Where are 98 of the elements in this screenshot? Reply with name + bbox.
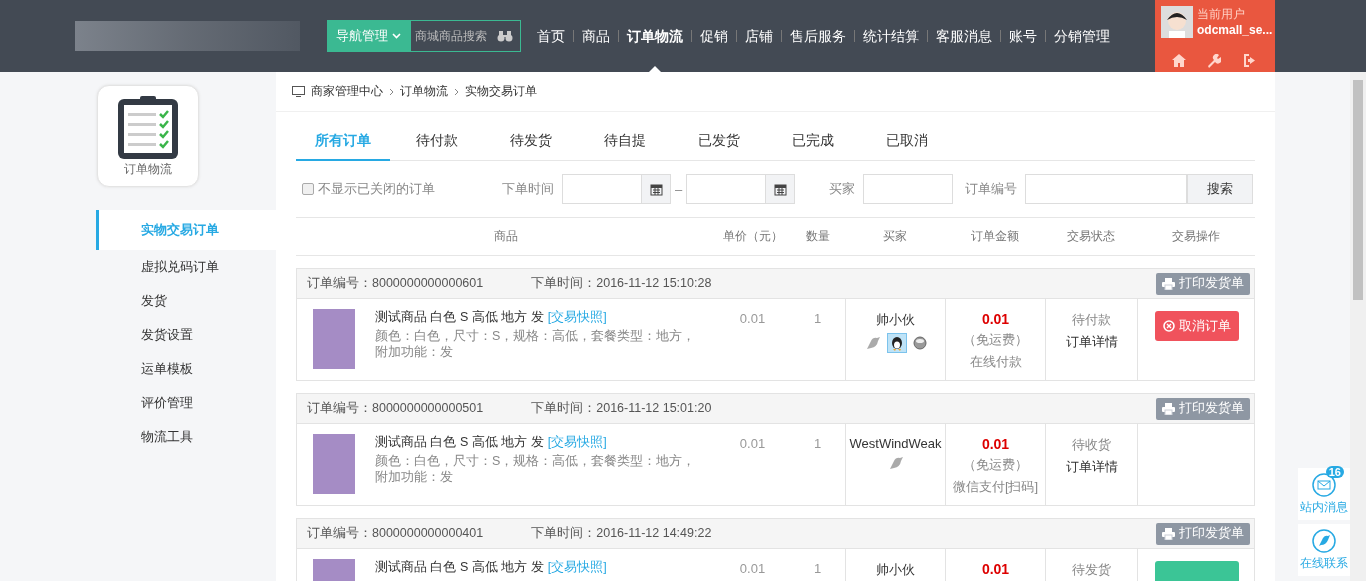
sidebar-item[interactable]: 发货 xyxy=(96,284,276,318)
order-amount: 0.01 xyxy=(981,311,1010,327)
search-button[interactable]: 搜索 xyxy=(1187,174,1254,204)
order-status: 待发货 xyxy=(1072,561,1111,579)
search-field[interactable]: 商城商品搜索 xyxy=(410,20,521,52)
end-date-field[interactable] xyxy=(686,174,796,204)
product-title: 测试商品 白色 S 高低 地方 发 [交易快照] xyxy=(375,309,608,326)
quantity: 1 xyxy=(813,436,822,451)
order-time: 下单时间：2016-11-12 15:10:28 xyxy=(531,275,712,292)
time-label: 下单时间 xyxy=(502,180,554,198)
order-tab[interactable]: 待自提 xyxy=(578,121,672,161)
order-tab[interactable]: 待发货 xyxy=(484,121,578,161)
hide-closed-checkbox[interactable]: 不显示已关闭的订单 xyxy=(302,180,502,198)
clipboard-checklist-icon xyxy=(116,94,180,159)
chevron-right-icon xyxy=(389,87,394,96)
product-spec: 颜色：白色，尺寸：S，规格：高低，套餐类型：地方，附加功能：发 xyxy=(375,328,697,360)
penguin-icon[interactable] xyxy=(886,333,907,353)
order-number: 订单编号：8000000000000401 xyxy=(307,525,484,542)
buyer-name: 帅小伙 xyxy=(876,311,915,329)
wrench-icon[interactable] xyxy=(1207,54,1222,68)
breadcrumb-link[interactable]: 商家管理中心 xyxy=(311,83,383,100)
column-header: 商品 xyxy=(492,228,519,245)
column-header: 交易操作 xyxy=(1171,228,1221,245)
freight-note: （免运费） xyxy=(963,456,1028,474)
buyer-name: 帅小伙 xyxy=(876,561,915,579)
start-date-field[interactable] xyxy=(562,174,671,204)
freight-note: （免运费） xyxy=(963,331,1028,349)
breadcrumb-link[interactable]: 实物交易订单 xyxy=(465,83,537,100)
range-separator: – xyxy=(675,181,683,197)
breadcrumb-link[interactable]: 订单物流 xyxy=(400,83,448,100)
order-number-label: 订单编号 xyxy=(965,180,1018,198)
search-input[interactable]: 商城商品搜索 xyxy=(415,29,495,43)
unread-count-badge: 16 xyxy=(1325,466,1344,478)
chevron-right-icon xyxy=(454,87,459,96)
order-tab[interactable]: 已完成 xyxy=(766,121,860,161)
sidebar-item[interactable]: 运单模板 xyxy=(96,352,276,386)
chevron-down-icon xyxy=(392,33,401,39)
sidebar-item[interactable]: 物流工具 xyxy=(96,420,276,454)
nav-link[interactable]: 客服消息 xyxy=(928,0,1000,72)
calendar-icon[interactable] xyxy=(649,182,663,196)
sidebar-item[interactable]: 虚拟兑码订单 xyxy=(96,250,276,284)
payment-method: 微信支付[扫码] xyxy=(952,478,1039,496)
product-spec: 颜色：白色，尺寸：S，规格：高低，套餐类型：地方，附加功能：发 xyxy=(375,453,697,485)
unit-price: 0.01 xyxy=(739,311,766,326)
printer-icon xyxy=(1162,402,1175,415)
product-image-placeholder xyxy=(313,434,355,494)
monitor-icon xyxy=(292,86,305,97)
order-tab[interactable]: 待付款 xyxy=(390,121,484,161)
home-icon[interactable] xyxy=(1171,54,1186,68)
order-amount: 0.01 xyxy=(981,561,1010,577)
product-image-placeholder xyxy=(313,309,355,369)
order-number: 订单编号：8000000000000501 xyxy=(307,400,484,417)
user-name: odcmall_se... xyxy=(1197,23,1273,37)
printer-icon xyxy=(1162,527,1175,540)
order-detail-link[interactable]: 订单详情 xyxy=(1065,458,1118,476)
nav-link[interactable]: 统计结算 xyxy=(855,0,927,72)
column-header: 数量 xyxy=(804,228,831,245)
nav-link[interactable]: 账号 xyxy=(1001,0,1045,72)
nav-link[interactable]: 售后服务 xyxy=(782,0,854,72)
product-title: 测试商品 白色 S 高低 地方 发 [交易快照] xyxy=(375,559,608,576)
nav-link[interactable]: 分销管理 xyxy=(1046,0,1118,72)
order-tab[interactable]: 已取消 xyxy=(860,121,954,161)
nav-link[interactable]: 店铺 xyxy=(737,0,781,72)
sidebar-item[interactable]: 发货设置 xyxy=(96,318,276,352)
payment-method: 在线付款 xyxy=(969,353,1022,371)
unit-price: 0.01 xyxy=(739,436,766,451)
user-label: 当前用户 xyxy=(1197,6,1246,23)
order-number-field[interactable] xyxy=(1025,174,1188,204)
order-amount: 0.01 xyxy=(981,436,1010,452)
order-tab[interactable]: 已发货 xyxy=(672,121,766,161)
unit-price: 0.01 xyxy=(739,561,766,576)
nav-link[interactable]: 商品 xyxy=(574,0,618,72)
nav-link[interactable]: 促销 xyxy=(692,0,736,72)
product-title: 测试商品 白色 S 高低 地方 发 [交易快照] xyxy=(375,434,608,451)
buyer-field[interactable] xyxy=(863,174,954,204)
order-time: 下单时间：2016-11-12 14:49:22 xyxy=(531,525,712,542)
column-header: 买家 xyxy=(882,228,908,245)
buyer-name: WestWindWeak xyxy=(849,436,942,451)
buyer-label: 买家 xyxy=(829,180,856,198)
section-title: 订单物流 xyxy=(124,160,172,178)
printer-icon xyxy=(1162,277,1175,290)
column-header: 单价（元） xyxy=(721,228,784,245)
column-header: 订单金额 xyxy=(970,228,1020,245)
column-header: 交易状态 xyxy=(1066,228,1116,245)
calendar-icon[interactable] xyxy=(773,182,787,196)
order-status: 待收货 xyxy=(1072,436,1111,454)
order-time: 下单时间：2016-11-12 15:01:20 xyxy=(531,400,712,417)
quantity: 1 xyxy=(813,311,822,326)
order-detail-link[interactable]: 订单详情 xyxy=(1065,333,1118,351)
cancel-circle-icon xyxy=(1162,320,1175,332)
scrollbar-drawing[interactable] xyxy=(1350,72,1366,581)
binoculars-icon[interactable] xyxy=(497,30,513,42)
avatar-icon xyxy=(1161,6,1193,38)
nav-link[interactable]: 首页 xyxy=(529,0,573,72)
sidebar-item[interactable]: 评价管理 xyxy=(96,386,276,420)
order-status: 待付款 xyxy=(1072,311,1111,329)
order-number: 订单编号：8000000000000601 xyxy=(307,275,484,292)
quantity: 1 xyxy=(813,561,822,576)
